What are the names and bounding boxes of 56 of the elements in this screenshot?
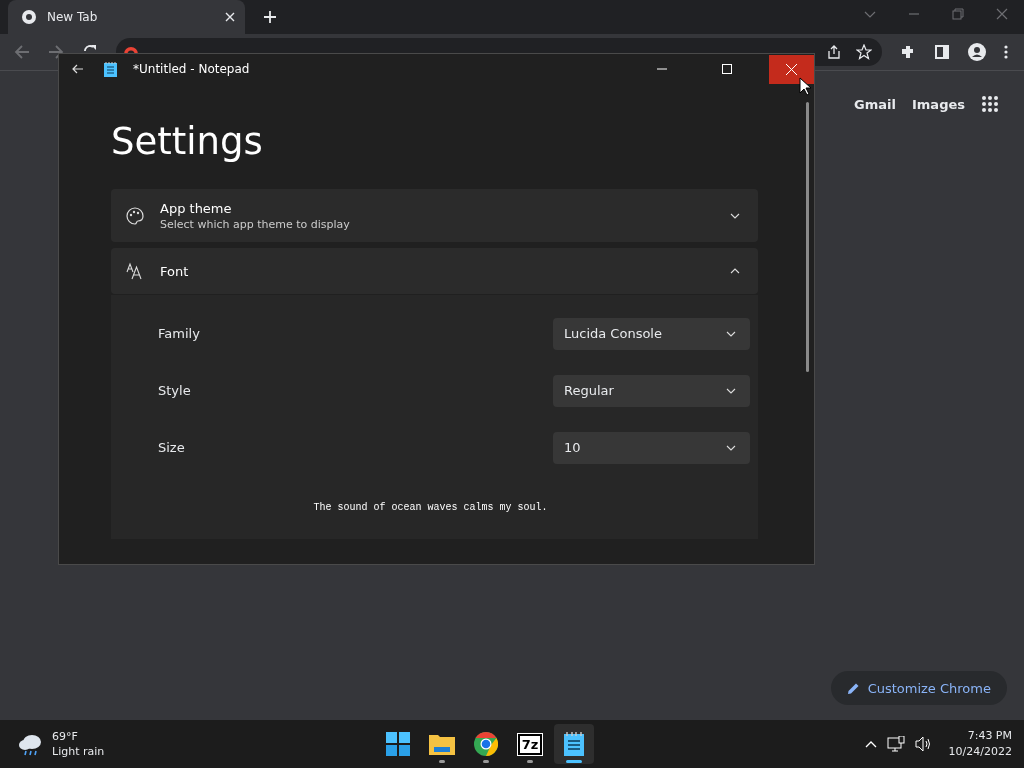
rain-cloud-icon bbox=[18, 732, 44, 756]
dropdown[interactable]: Regular bbox=[553, 374, 750, 407]
palette-icon bbox=[126, 206, 144, 225]
scrollbar[interactable] bbox=[806, 102, 809, 372]
volume-icon[interactable] bbox=[914, 736, 933, 752]
dropdown[interactable]: 10 bbox=[553, 431, 750, 464]
menu-icon[interactable] bbox=[1004, 45, 1008, 59]
star-icon[interactable] bbox=[856, 44, 872, 60]
customize-chrome-button[interactable]: Customize Chrome bbox=[830, 671, 1007, 705]
taskbar-app[interactable]: 7z bbox=[510, 724, 550, 764]
chrome-icon bbox=[474, 732, 498, 756]
notepad-icon bbox=[564, 732, 584, 756]
section-title: App theme bbox=[160, 200, 233, 216]
settings-expander[interactable]: Font bbox=[111, 248, 758, 294]
chevron-icon bbox=[730, 212, 740, 219]
chrome-icon bbox=[21, 9, 37, 25]
maximize-icon bbox=[721, 64, 732, 74]
clock-date[interactable]: 10/24/2022 bbox=[948, 744, 1012, 760]
network-icon[interactable] bbox=[886, 736, 905, 752]
font-size-icon bbox=[126, 262, 144, 280]
profile-icon[interactable] bbox=[968, 43, 986, 61]
chevron-down-icon bbox=[726, 444, 736, 451]
section-title: Font bbox=[160, 263, 190, 279]
setting-label: Family bbox=[158, 326, 200, 341]
forward-icon[interactable] bbox=[48, 44, 64, 60]
chevron-up-icon[interactable] bbox=[864, 740, 877, 748]
cursor-icon bbox=[799, 77, 811, 96]
windows-icon bbox=[386, 732, 410, 756]
close-icon bbox=[786, 63, 797, 75]
header-link[interactable]: Images bbox=[912, 96, 965, 112]
puzzle-icon[interactable] bbox=[900, 44, 916, 60]
clock-time[interactable]: 7:43 PM bbox=[967, 728, 1012, 744]
chevron-icon bbox=[730, 268, 740, 274]
setting-label: Style bbox=[158, 383, 191, 398]
temperature: 69°F bbox=[52, 729, 79, 744]
notepad-icon bbox=[104, 61, 117, 77]
side-panel-icon[interactable] bbox=[934, 44, 950, 60]
window-title: *Untitled - Notepad bbox=[133, 62, 250, 76]
apps-grid-icon[interactable] bbox=[981, 95, 999, 113]
browser-tab[interactable]: New Tab bbox=[8, 0, 245, 34]
font-preview-text: The sound of ocean waves calms my soul. bbox=[312, 502, 549, 513]
section-description: Select which app theme to display bbox=[160, 217, 351, 231]
setting-label: Size bbox=[158, 440, 185, 455]
chevron-down-icon bbox=[726, 330, 736, 337]
chevron-down-icon bbox=[726, 387, 736, 394]
folder-icon bbox=[429, 733, 455, 755]
settings-expander[interactable]: App theme Select which app theme to display bbox=[111, 189, 758, 242]
dropdown[interactable]: Lucida Console bbox=[553, 317, 750, 350]
pencil-icon bbox=[846, 681, 860, 695]
close-button[interactable] bbox=[769, 54, 814, 84]
page-heading: Settings bbox=[111, 120, 264, 163]
header-link[interactable]: Gmail bbox=[854, 96, 896, 112]
share-icon[interactable] bbox=[826, 44, 842, 60]
taskbar-app[interactable] bbox=[554, 724, 594, 764]
weather-condition: Light rain bbox=[52, 744, 105, 759]
new-tab-icon[interactable] bbox=[263, 10, 277, 24]
